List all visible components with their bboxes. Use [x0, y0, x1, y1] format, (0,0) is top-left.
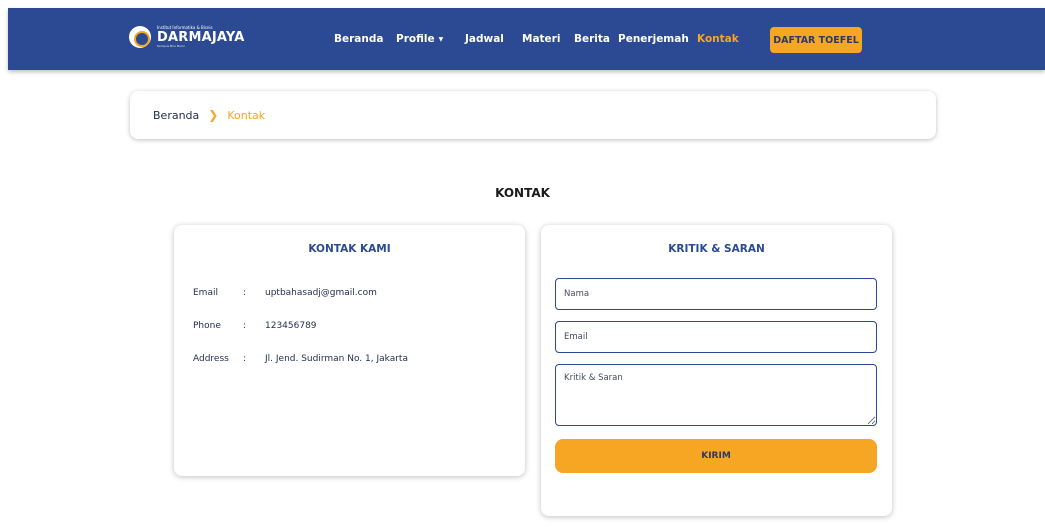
- submit-button[interactable]: KIRIM: [555, 439, 877, 473]
- navbar: Institut Informatika & Bisnis DARMAJAYA …: [8, 8, 1045, 70]
- brand-logo-link[interactable]: Institut Informatika & Bisnis DARMAJAYA …: [129, 26, 245, 48]
- nav-item-beranda[interactable]: Beranda: [334, 33, 383, 45]
- feedback-textarea[interactable]: [555, 364, 877, 426]
- feedback-card-title: KRITIK & SARAN: [668, 243, 765, 255]
- contact-separator: :: [243, 288, 247, 298]
- brand-name: DARMAJAYA: [157, 30, 245, 45]
- breadcrumb-home-link[interactable]: Beranda: [153, 109, 199, 122]
- contact-card: KONTAK KAMI Email : uptbahasadj@gmail.co…: [174, 225, 525, 476]
- email-input[interactable]: [555, 321, 877, 353]
- contact-row-phone: Phone : 123456789: [193, 321, 317, 331]
- contact-address-value: Jl. Jend. Sudirman No. 1, Jakarta: [265, 354, 408, 364]
- brand-tagline: Kampus Biru Bumi: [157, 44, 185, 48]
- contact-email-value: uptbahasadj@gmail.com: [265, 288, 377, 298]
- contact-card-title: KONTAK KAMI: [308, 243, 391, 255]
- breadcrumb: Beranda ❯ Kontak: [130, 91, 936, 139]
- brand-text: Institut Informatika & Bisnis DARMAJAYA …: [157, 26, 245, 48]
- contact-label: Address: [193, 354, 229, 364]
- caret-down-icon: ▼: [438, 35, 444, 43]
- contact-phone-value: 123456789: [265, 321, 317, 331]
- chevron-right-icon: ❯: [208, 108, 219, 122]
- contact-label: Phone: [193, 321, 221, 331]
- nav-item-jadwal[interactable]: Jadwal: [465, 33, 504, 45]
- contact-separator: :: [243, 321, 247, 331]
- contact-row-address: Address : Jl. Jend. Sudirman No. 1, Jaka…: [193, 354, 408, 364]
- nav-item-kontak[interactable]: Kontak: [697, 33, 739, 45]
- nav-item-berita[interactable]: Berita: [574, 33, 610, 45]
- nav-item-profile-label: Profile: [396, 33, 435, 45]
- nav-item-materi[interactable]: Materi: [522, 33, 560, 45]
- page-title: KONTAK: [495, 186, 550, 200]
- contact-separator: :: [243, 354, 247, 364]
- breadcrumb-current: Kontak: [227, 108, 266, 122]
- contact-label: Email: [193, 288, 218, 298]
- feedback-card: KRITIK & SARAN KIRIM: [541, 225, 892, 516]
- nav-item-profile[interactable]: Profile ▼: [396, 33, 443, 45]
- daftar-toefel-button[interactable]: DAFTAR TOEFEL: [770, 27, 862, 53]
- nav-item-penerjemah[interactable]: Penerjemah: [618, 33, 689, 45]
- name-input[interactable]: [555, 278, 877, 310]
- darmajaya-logo-icon: [129, 26, 151, 48]
- contact-row-email: Email : uptbahasadj@gmail.com: [193, 288, 377, 298]
